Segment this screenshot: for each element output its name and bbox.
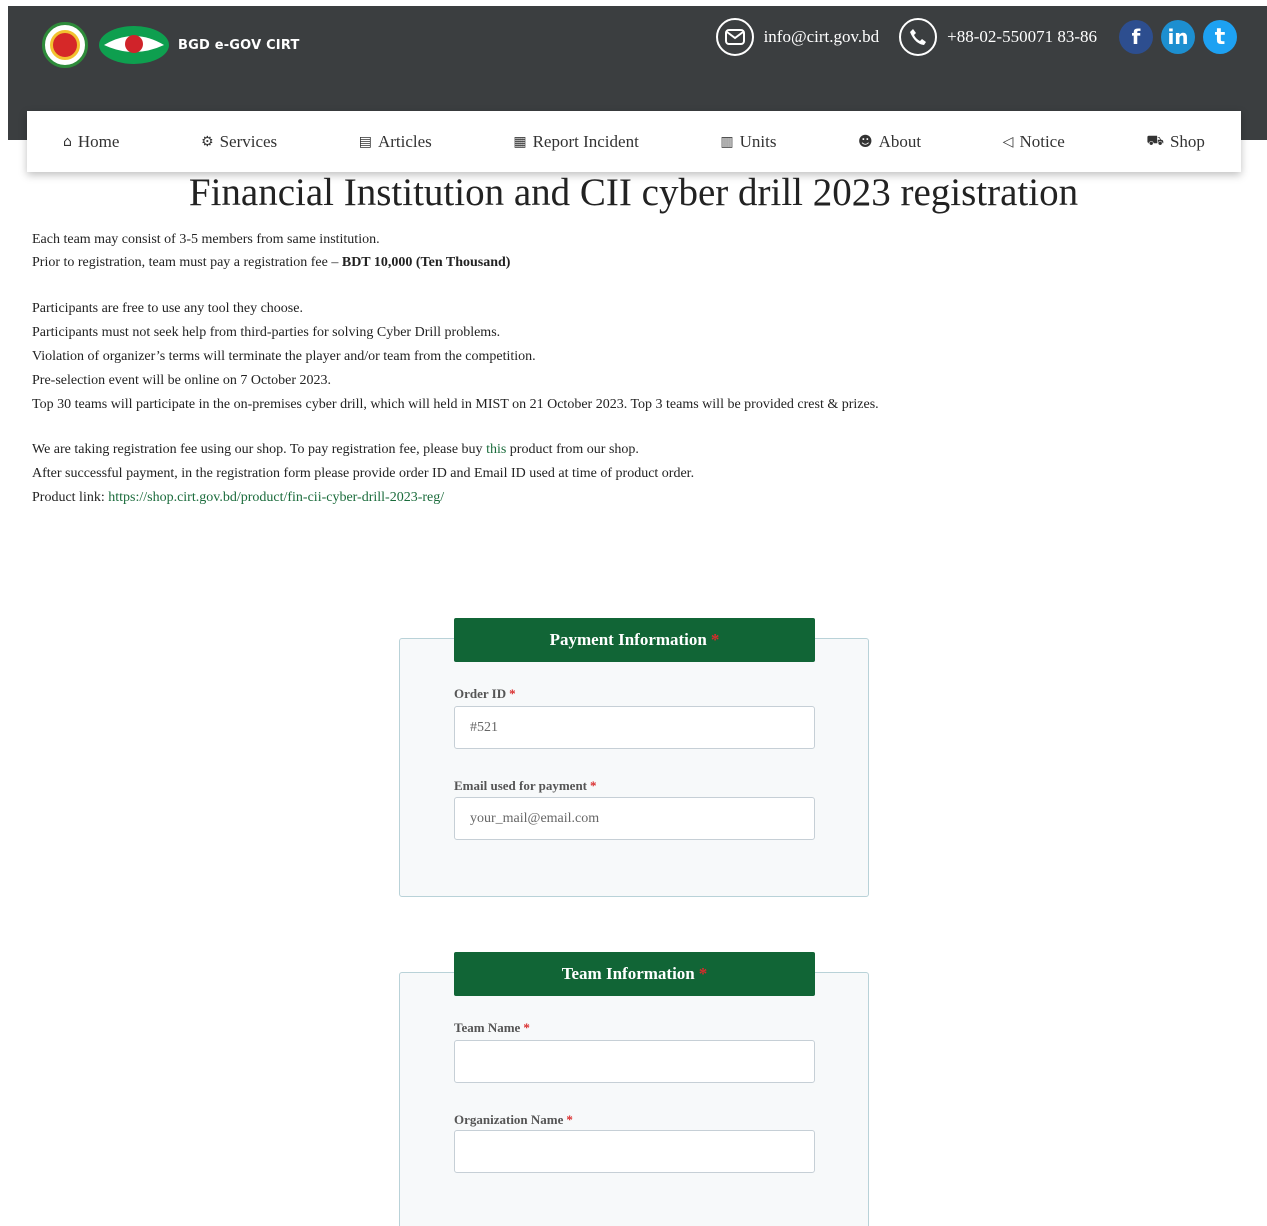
logo-group[interactable]: BGD e-GOV CIRT [42,22,300,68]
bullhorn-icon: ◁ [1002,133,1014,150]
fee-amount: BDT 10,000 (Ten Thousand) [341,255,511,270]
nav-item-articles[interactable]: ▤ Articles [359,132,432,152]
organization-name-label: Organization Name * [454,1112,573,1127]
order-id-input[interactable] [454,706,815,749]
required-mark: * [698,964,708,983]
order-id-label: Order ID * [454,686,516,701]
team-information-section: Team Information * Team Name * Organizatio… [399,952,869,1226]
payment-email-label: Email used for payment * [454,778,597,793]
product-link-line: Product link: https://shop.cirt.gov.bd/p… [32,490,445,505]
product-link[interactable]: https://shop.cirt.gov.bd/product/fin-cii… [108,490,444,505]
nav-item-units[interactable]: ▥ Units [720,132,776,152]
nav-label: Home [77,131,120,151]
nav-item-services[interactable]: ⚙ Services [201,132,277,152]
nav-item-about[interactable]: ☻ About [858,132,921,152]
team-name-input[interactable] [454,1040,815,1083]
page-title: Financial Institution and CII cyber dril… [188,171,1079,214]
info-line: Participants must not seek help from thi… [32,325,501,340]
info-line: Top 30 teams will participate in the on-… [32,397,879,412]
nav-item-report-incident[interactable]: ▦ Report Incident [513,132,638,152]
team-information-legend: Team Information * [454,952,815,996]
cirt-eye-logo [99,26,169,64]
info-line: Pre-selection event will be online on 7 … [32,373,331,388]
file-text-icon: ▦ [513,133,527,150]
contact-bar: info@cirt.gov.bd +88-02-550071 83-86 f i… [715,18,1237,56]
envelope-icon [715,18,754,56]
twitter-icon[interactable]: t [1203,20,1237,54]
phone-icon [899,18,938,56]
shop-link[interactable]: this [486,442,506,457]
contact-email[interactable]: info@cirt.gov.bd [764,27,880,47]
nav-label: Articles [377,131,432,151]
shop-info-line: We are taking registration fee using our… [32,442,639,457]
required-mark: * [590,778,597,793]
users-icon: ☻ [858,133,873,150]
registration-info: Each team may consist of 3-5 members fro… [32,228,1232,509]
required-mark: * [523,1020,530,1035]
payment-information-legend: Payment Information * [454,618,815,662]
nav-label: Report Incident [532,131,639,151]
nav-item-shop[interactable]: ⛟ Shop [1146,132,1205,152]
home-icon: ⌂ [63,133,72,150]
team-name-label: Team Name * [454,1020,530,1035]
nav-label: Notice [1019,131,1065,151]
main-nav: ⌂ Home ⚙ Services ▤ Articles ▦ Report Incide… [27,111,1241,172]
organization-name-input[interactable] [454,1130,815,1173]
linkedin-icon[interactable]: in [1161,20,1195,54]
nav-item-notice[interactable]: ◁ Notice [1003,132,1065,152]
required-mark: * [710,630,720,649]
required-mark: * [566,1112,573,1127]
newspaper-icon: ▤ [358,133,372,150]
building-icon: ▥ [720,133,734,150]
nav-item-home[interactable]: ⌂ Home [63,132,119,152]
brand-name: BGD e-GOV CIRT [178,37,300,53]
government-seal-logo [42,22,88,68]
payment-email-input[interactable] [454,797,815,840]
contact-phone[interactable]: +88-02-550071 83-86 [947,27,1097,47]
info-line: Violation of organizer’s terms will term… [32,349,536,364]
info-line: Participants are free to use any tool th… [32,301,303,316]
nav-label: About [878,131,922,151]
nav-label: Services [219,131,278,151]
facebook-icon[interactable]: f [1119,20,1153,54]
info-line: After successful payment, in the registr… [32,466,695,481]
info-line: Each team may consist of 3-5 members fro… [32,232,380,247]
nav-label: Shop [1169,131,1205,151]
info-line-fee: Prior to registration, team must pay a r… [32,255,511,270]
required-mark: * [509,686,516,701]
cart-icon: ⛟ [1146,132,1164,149]
payment-information-section: Payment Information* Order ID* Email use… [399,618,869,897]
nav-label: Units [739,131,777,151]
gears-icon: ⚙ [201,133,214,150]
